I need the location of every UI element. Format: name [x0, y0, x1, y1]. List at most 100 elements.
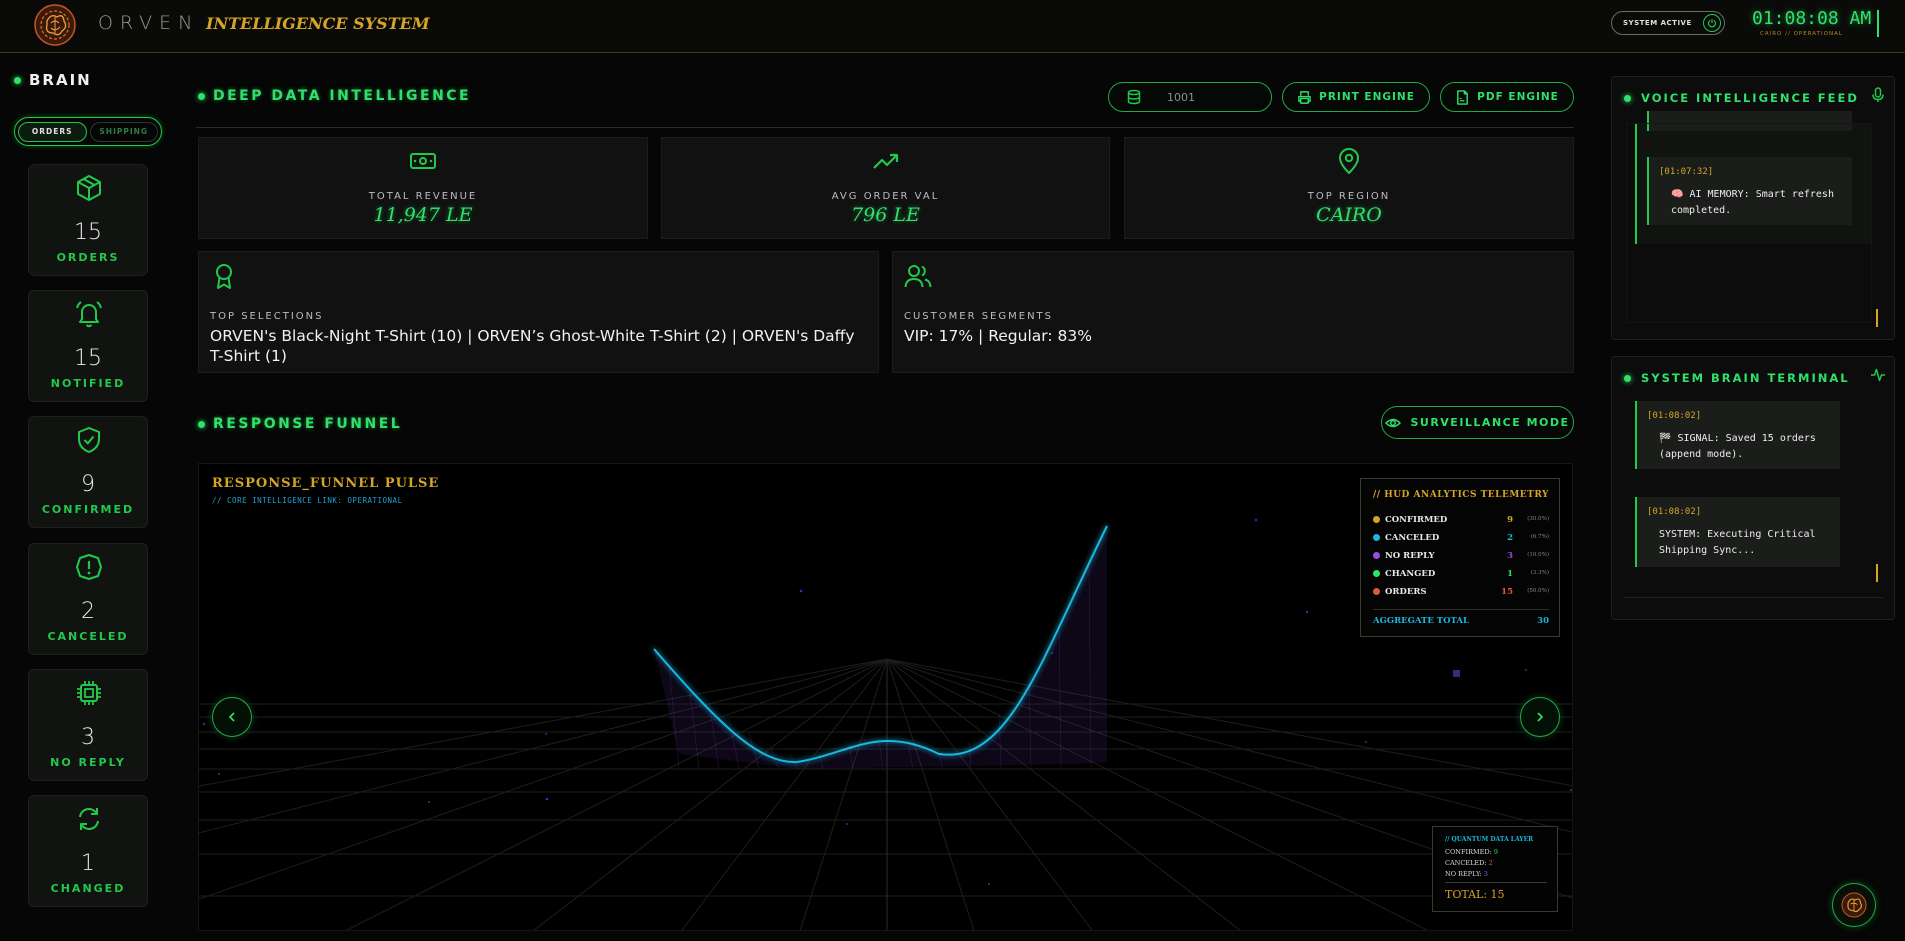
pdf-engine-label: PDF ENGINE [1477, 91, 1559, 103]
viz-title: RESPONSE_FUNNEL PULSE [212, 476, 440, 491]
quantum-row-no-reply: NO REPLY: 3 [1445, 870, 1488, 878]
chevron-right-icon [1537, 712, 1544, 722]
stat-label: CANCELED [47, 630, 129, 643]
clock-divider [1877, 10, 1879, 37]
funnel-curtain [654, 526, 1107, 769]
legend-dot [1373, 534, 1380, 541]
prev-button[interactable] [212, 697, 252, 737]
terminal-timestamp: [01:08:02] [1647, 507, 1702, 517]
cpu-icon [77, 681, 101, 705]
clock-location: CAIRO // OPERATIONAL [1760, 31, 1843, 37]
system-active-toggle[interactable]: SYSTEM ACTIVE [1611, 11, 1725, 35]
status-dot [198, 420, 205, 428]
feed-message: 🧠 AI MEMORY: Smart refresh completed. [1671, 189, 1834, 216]
hud-row-pct: (6.7%) [1530, 534, 1549, 540]
stat-card-changed[interactable]: 1 CHANGED [28, 795, 148, 907]
section-deep-data-title: DEEP DATA INTELLIGENCE [198, 88, 471, 104]
users-icon [904, 265, 932, 288]
funnel-visualization[interactable]: RESPONSE_FUNNEL PULSE // CORE INTELLIGEN… [198, 463, 1573, 931]
hud-row-canceled: CANCELED 2 (6.7%) [1373, 533, 1549, 547]
stat-label: CHANGED [50, 882, 126, 895]
banknote-icon [410, 153, 436, 169]
section-title-text: RESPONSE FUNNEL [213, 416, 403, 432]
status-dot [1624, 374, 1631, 382]
quantum-value: 9 [1493, 848, 1498, 856]
terminal-title: SYSTEM BRAIN TERMINAL [1641, 371, 1850, 385]
hud-row-label: ORDERS [1385, 587, 1427, 597]
stat-value: 15 [74, 220, 102, 245]
feed-scrollbar-thumb[interactable] [1876, 309, 1878, 327]
orders-shipping-switch: ORDERS SHIPPING [14, 117, 162, 146]
info-value: VIP: 17% | Regular: 83% [904, 327, 1092, 345]
hud-row-value: 9 [1507, 515, 1513, 525]
hud-row-pct: (10.0%) [1527, 552, 1549, 558]
perspective-grid [199, 658, 1572, 930]
print-engine-label: PRINT ENGINE [1319, 91, 1415, 103]
viz-subtitle: // CORE INTELLIGENCE LINK: OPERATIONAL [212, 496, 403, 505]
brand-name: ORVEN [98, 12, 200, 34]
bell-icon [76, 301, 102, 328]
order-search-field[interactable] [1108, 82, 1272, 112]
terminal-header: SYSTEM BRAIN TERMINAL [1624, 371, 1850, 385]
stat-card-no-reply[interactable]: 3 NO REPLY [28, 669, 148, 781]
stat-card-confirmed[interactable]: 9 CONFIRMED [28, 416, 148, 528]
terminal-item: [01:08:02] 🏁 SIGNAL: Saved 15 orders (ap… [1635, 401, 1840, 469]
terminal-scroll-area[interactable]: [01:08:02] 🏁 SIGNAL: Saved 15 orders (ap… [1635, 401, 1871, 582]
stat-card-canceled[interactable]: 2 CANCELED [28, 543, 148, 655]
terminal-timestamp: [01:08:02] [1647, 411, 1702, 421]
info-label: CUSTOMER SEGMENTS [904, 311, 1053, 322]
terminal-divider [1624, 597, 1884, 598]
stat-card-orders[interactable]: 15 ORDERS [28, 164, 148, 276]
pdf-engine-button[interactable]: PDF ENGINE [1440, 82, 1574, 112]
legend-dot [1373, 516, 1380, 523]
feed-timestamp: [01:07:32] [1659, 167, 1714, 177]
quantum-label: CANCELED: [1445, 859, 1487, 867]
top-selections-card: TOP SELECTIONS ORVEN's Black-Night T-Shi… [198, 251, 879, 373]
aggregate-label: AGGREGATE TOTAL [1373, 616, 1469, 626]
mic-icon[interactable] [1870, 87, 1886, 103]
stat-value: 3 [81, 725, 95, 750]
kpi-total-revenue: TOTAL REVENUE 11,947 LE [198, 137, 648, 239]
shield-check-icon [78, 427, 100, 453]
terminal-panel: SYSTEM BRAIN TERMINAL [01:08:02] 🏁 SIGNA… [1611, 356, 1895, 620]
hud-row-pct: (50.0%) [1527, 588, 1549, 594]
activity-icon[interactable] [1870, 367, 1886, 383]
quantum-divider [1445, 882, 1547, 883]
print-engine-button[interactable]: PRINT ENGINE [1282, 82, 1430, 112]
legend-dot [1373, 570, 1380, 577]
kpi-avg-order: AVG ORDER VAL 796 LE [661, 137, 1110, 239]
order-id-input[interactable] [1167, 89, 1257, 105]
hud-row-value: 3 [1507, 551, 1513, 561]
hud-row-confirmed: CONFIRMED 9 (30.0%) [1373, 515, 1549, 529]
hud-row-label: NO REPLY [1385, 551, 1435, 561]
stat-card-notified[interactable]: 15 NOTIFIED [28, 290, 148, 402]
hud-row-value: 1 [1507, 569, 1513, 579]
file-pdf-icon [1457, 89, 1469, 105]
quantum-label: NO REPLY: [1445, 870, 1482, 878]
customer-segments-card: CUSTOMER SEGMENTS VIP: 17% | Regular: 83… [892, 251, 1574, 373]
surveillance-mode-button[interactable]: SURVEILLANCE MODE [1381, 406, 1574, 439]
kpi-value: 11,947 LE [373, 204, 473, 226]
terminal-scrollbar-thumb[interactable] [1876, 564, 1878, 582]
voice-feed-header: VOICE INTELLIGENCE FEED [1624, 91, 1859, 105]
stat-value: 9 [81, 472, 95, 497]
section-divider [196, 127, 1574, 128]
quantum-value: 3 [1483, 870, 1488, 878]
stat-label: NO REPLY [50, 756, 126, 769]
brain-header: BRAIN [14, 71, 92, 89]
stat-value: 1 [81, 851, 95, 876]
quantum-label: CONFIRMED: [1445, 848, 1492, 856]
tab-orders[interactable]: ORDERS [18, 121, 87, 142]
brand-subtitle: INTELLIGENCE SYSTEM [206, 14, 430, 33]
hud-row-value: 2 [1507, 533, 1513, 543]
stat-value: 15 [74, 346, 102, 371]
brain-orb-icon[interactable] [33, 3, 77, 47]
brain-assistant-button[interactable] [1832, 883, 1876, 927]
chevron-left-icon [228, 712, 235, 722]
feed-scroll-area[interactable]: [01:07:32] 🧠 AI MEMORY: Smart refresh co… [1635, 111, 1871, 244]
info-value: ORVEN's Black-Night T-Shirt (10) | ORVEN… [210, 327, 855, 365]
brain-orb-icon [1841, 892, 1867, 918]
tab-shipping[interactable]: SHIPPING [89, 121, 158, 142]
next-button[interactable] [1520, 697, 1560, 737]
hud-analytics-panel: // HUD ANALYTICS TELEMETRY CONFIRMED 9 (… [1360, 478, 1560, 637]
